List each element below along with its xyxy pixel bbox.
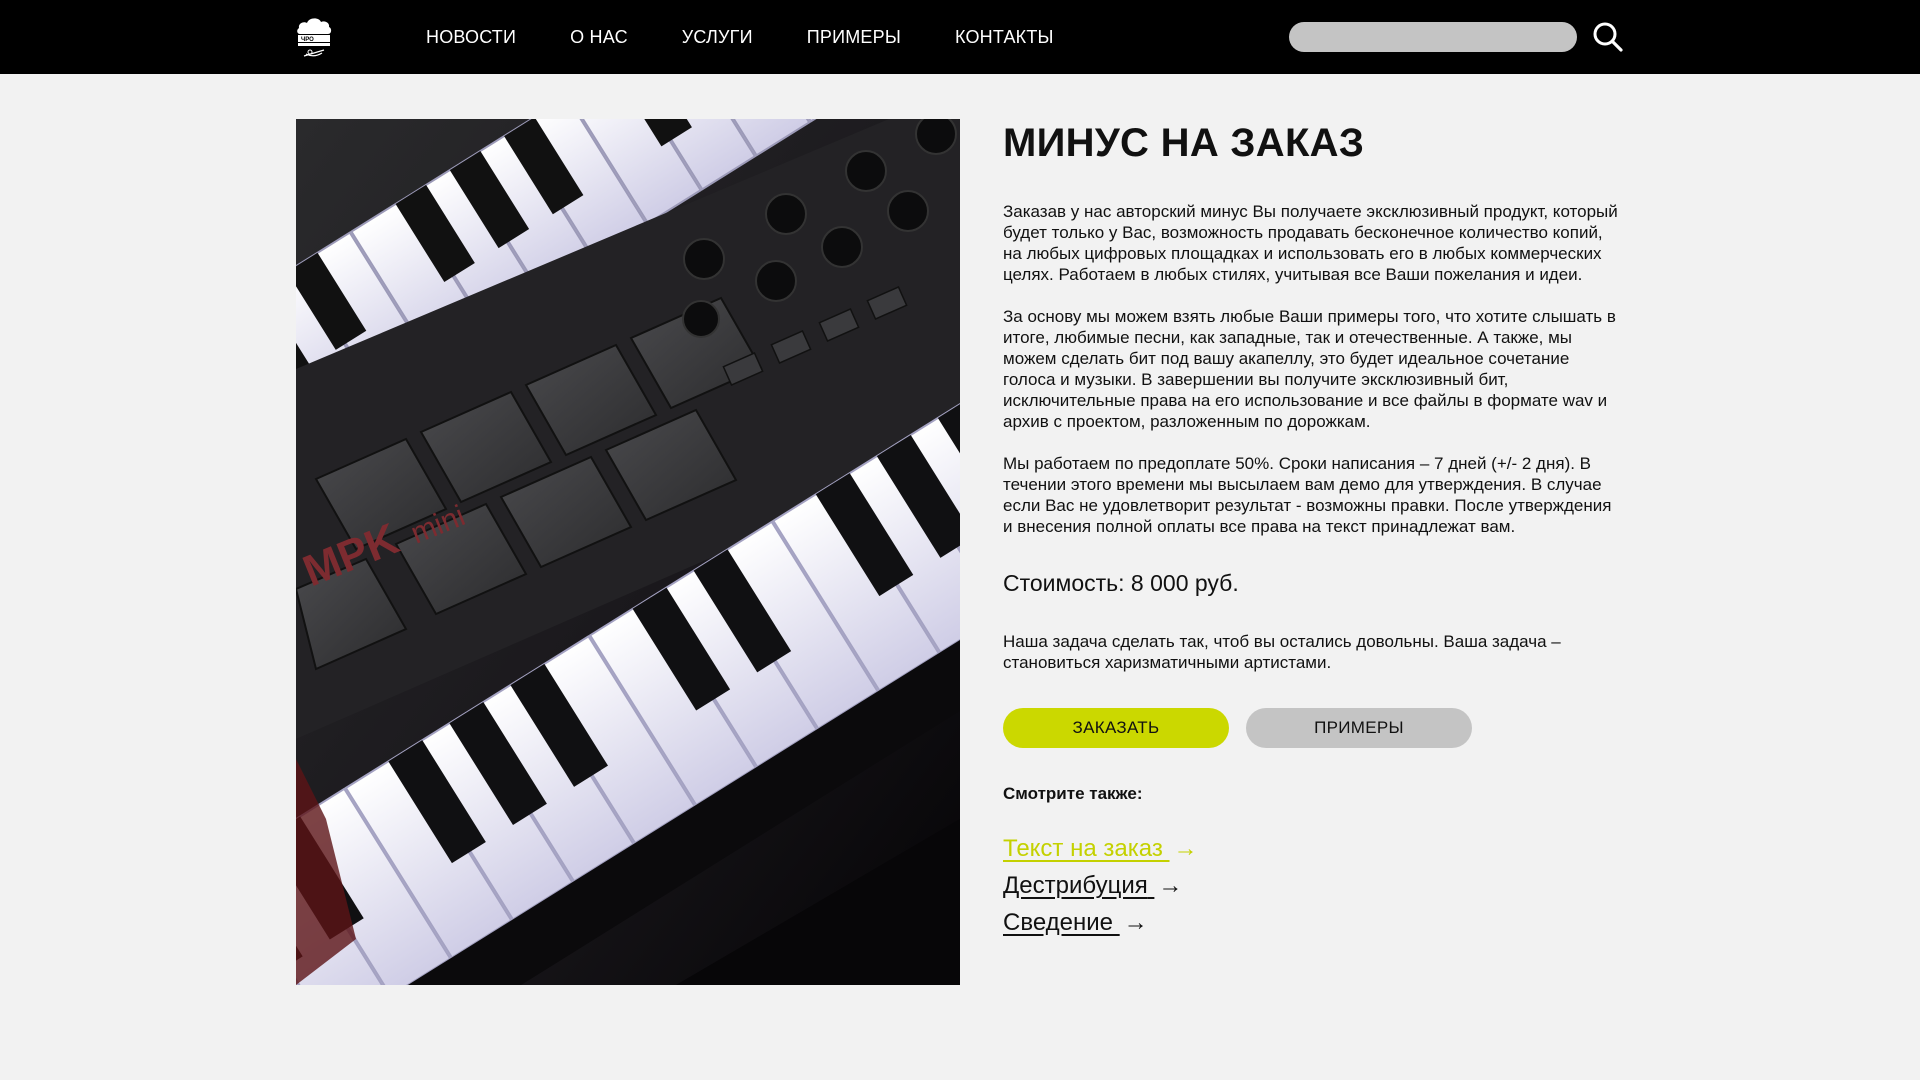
see-also-link-lyrics[interactable]: Текст на заказ → xyxy=(1003,830,1623,867)
svg-text:ЧРО: ЧРО xyxy=(301,37,314,43)
nav-item-about[interactable]: О НАС xyxy=(570,27,628,48)
service-description: МИНУС НА ЗАКАЗ Заказав у нас авторский м… xyxy=(1003,119,1623,941)
see-also-link-distribution[interactable]: Дестрибуция → xyxy=(1003,867,1623,904)
see-also-links: Текст на заказ → Дестрибуция → Сведение … xyxy=(1003,830,1623,941)
price-label: Стоимость: 8 000 руб. xyxy=(1003,570,1239,596)
nav-item-services[interactable]: УСЛУГИ xyxy=(682,27,753,48)
description-paragraph-3: Мы работаем по предоплате 50%. Сроки нап… xyxy=(1003,454,1612,536)
examples-button[interactable]: ПРИМЕРЫ xyxy=(1246,708,1472,748)
description-paragraph-1: Заказав у нас авторский минус Вы получае… xyxy=(1003,202,1618,284)
nav-item-examples[interactable]: ПРИМЕРЫ xyxy=(807,27,901,48)
link-label: Текст на заказ xyxy=(1003,835,1170,862)
arrow-right-icon: → xyxy=(1123,909,1148,936)
search-input[interactable] xyxy=(1289,22,1577,52)
arrow-right-icon: → xyxy=(1173,835,1198,862)
page-title: МИНУС НА ЗАКАЗ xyxy=(1003,121,1365,165)
nav-item-contacts[interactable]: КОНТАКТЫ xyxy=(955,27,1054,48)
arrow-right-icon: → xyxy=(1158,872,1183,899)
see-also-link-mixing[interactable]: Сведение → xyxy=(1003,904,1623,941)
cloud-logo-icon[interactable]: ЧРО xyxy=(294,14,334,60)
link-label: Дестрибуция xyxy=(1003,872,1148,899)
link-label: Сведение xyxy=(1003,909,1113,936)
product-image-midi-keyboard: MPK mini xyxy=(296,119,960,985)
see-also-label: Смотрите также: xyxy=(1003,784,1143,803)
order-button[interactable]: ЗАКАЗАТЬ xyxy=(1003,708,1229,748)
description-paragraph-2: За основу мы можем взять любые Ваши прим… xyxy=(1003,307,1616,431)
search-icon[interactable] xyxy=(1592,21,1624,53)
closing-paragraph: Наша задача сделать так, чтоб вы осталис… xyxy=(1003,632,1561,672)
nav-item-news[interactable]: НОВОСТИ xyxy=(426,27,516,48)
top-navigation-bar: ЧРО НОВОСТИ О НАС УСЛУГИ ПРИМЕРЫ КОНТАКТ… xyxy=(0,0,1920,74)
action-buttons: ЗАКАЗАТЬ ПРИМЕРЫ xyxy=(1003,708,1623,748)
main-nav: НОВОСТИ О НАС УСЛУГИ ПРИМЕРЫ КОНТАКТЫ xyxy=(426,0,1108,74)
